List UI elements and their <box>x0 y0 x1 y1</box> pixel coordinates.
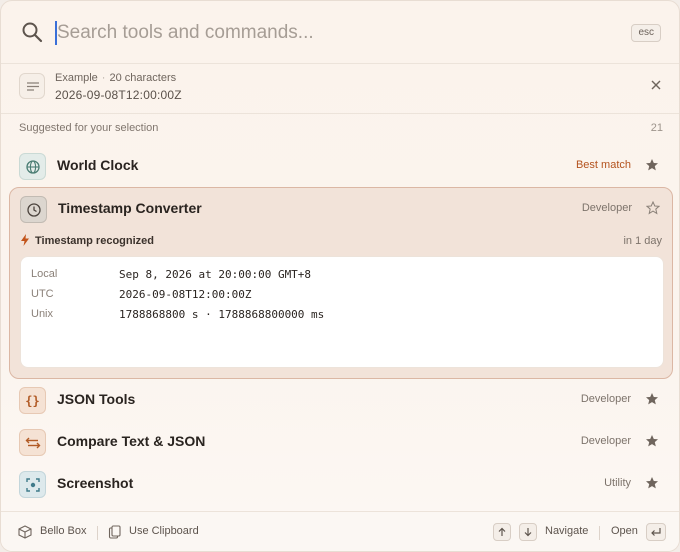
star-filled-icon[interactable] <box>645 158 659 172</box>
search-input[interactable] <box>57 17 577 49</box>
item-name: JSON Tools <box>57 391 136 407</box>
list-item-timestamp-converter[interactable]: Timestamp Converter Developer <box>2 188 679 230</box>
compare-arrows-icon <box>19 429 46 456</box>
use-clipboard-button[interactable]: Use Clipboard <box>129 525 199 537</box>
item-category: Developer <box>580 435 631 447</box>
item-category: Developer <box>581 202 632 214</box>
box-icon <box>18 525 32 539</box>
item-category: Developer <box>580 393 631 405</box>
detail-label-utc: UTC <box>31 288 54 300</box>
arrow-down-key <box>519 523 537 541</box>
footer-bar: Bello Box Use Clipboard Navigate Open <box>1 511 679 551</box>
expanded-item-timestamp-converter[interactable]: Timestamp Converter Developer Timestamp … <box>9 187 673 379</box>
clock-icon <box>20 196 47 223</box>
detail-value-utc[interactable]: 2026-09-08T12:00:00Z <box>119 288 251 301</box>
braces-icon: {} <box>19 387 46 414</box>
command-palette: esc Example·20 characters 2026-09-08T12:… <box>0 0 680 552</box>
return-key <box>646 523 666 541</box>
list-item-world-clock[interactable]: World Clock Best match <box>1 145 679 187</box>
search-bar: esc <box>1 1 679 63</box>
search-icon <box>22 22 43 43</box>
relative-time: in 1 day <box>623 235 662 247</box>
selection-length: 20 characters <box>109 72 177 84</box>
best-match-badge: Best match <box>575 159 631 171</box>
footer-divider <box>97 526 98 540</box>
star-filled-icon[interactable] <box>645 434 659 448</box>
item-name: Compare Text & JSON <box>57 433 206 449</box>
selection-separator: · <box>101 72 106 84</box>
arrow-up-key <box>493 523 511 541</box>
recognized-label: Timestamp recognized <box>35 235 154 247</box>
timestamp-recognized: Timestamp recognized <box>20 234 154 247</box>
detail-label-unix: Unix <box>31 308 54 320</box>
arrow-down-icon <box>524 528 532 537</box>
lightning-icon <box>21 234 29 246</box>
clipboard-icon <box>108 525 121 539</box>
result-count: 21 <box>650 122 663 134</box>
item-name: Timestamp Converter <box>58 200 202 216</box>
screenshot-icon <box>19 471 46 498</box>
selection-meta: Example · 20 characters <box>55 72 176 84</box>
esc-key-hint[interactable]: esc <box>631 24 661 42</box>
detail-value-unix[interactable]: 1788868800 s · 1788868800000 ms <box>119 308 324 321</box>
footer-divider <box>599 526 600 540</box>
selection-context: Example · 20 characters 2026-09-08T12:00:0… <box>1 63 679 113</box>
timestamp-details: Local Sep 8, 2026 at 20:00:00 GMT+8 UTC … <box>20 256 664 368</box>
open-button[interactable]: Open <box>611 525 638 537</box>
globe-icon <box>19 153 46 180</box>
section-title: Suggested for your selection <box>19 122 159 134</box>
suggestions-header: Suggested for your selection 21 <box>1 113 679 143</box>
detail-value-local[interactable]: Sep 8, 2026 at 20:00:00 GMT+8 <box>119 268 311 281</box>
item-name: Screenshot <box>57 475 134 491</box>
item-category: Utility <box>604 477 631 489</box>
star-outline-icon[interactable] <box>646 201 660 215</box>
list-item-json-tools[interactable]: {} JSON Tools Developer <box>1 379 679 421</box>
close-icon[interactable] <box>649 78 663 92</box>
detail-label-local: Local <box>31 268 58 280</box>
app-name[interactable]: Bello Box <box>40 525 86 537</box>
navigate-hint: Navigate <box>545 525 589 537</box>
star-filled-icon[interactable] <box>645 392 659 406</box>
selection-source: Example <box>55 72 98 84</box>
arrow-up-icon <box>498 527 506 536</box>
return-icon <box>651 528 661 536</box>
selection-value: 2026-09-08T12:00:00Z <box>55 88 182 102</box>
text-lines-icon <box>19 73 45 99</box>
list-item-compare-text-json[interactable]: Compare Text & JSON Developer <box>1 421 679 463</box>
list-item-screenshot[interactable]: Screenshot Utility <box>1 463 679 505</box>
star-filled-icon[interactable] <box>645 476 659 490</box>
item-name: World Clock <box>57 157 139 173</box>
